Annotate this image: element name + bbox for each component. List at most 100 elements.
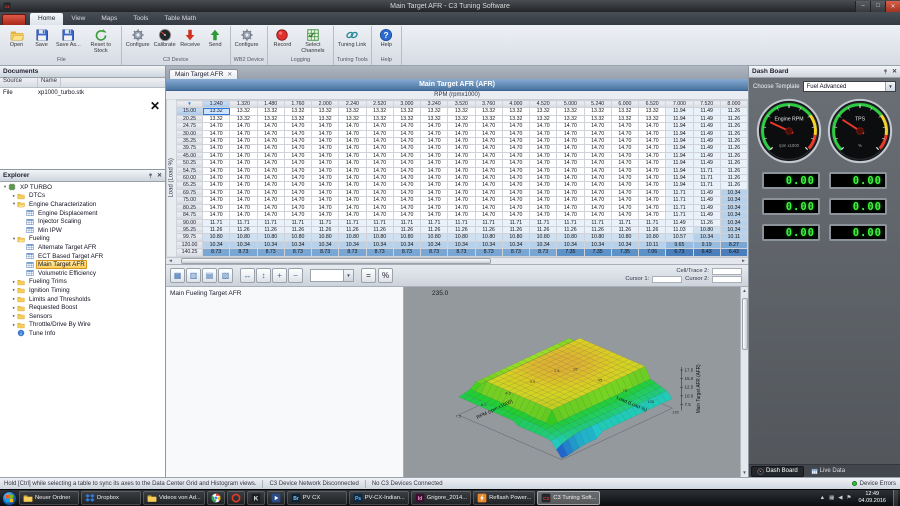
application-menu-button[interactable] [2, 14, 26, 25]
column-header[interactable]: 2.240 [339, 101, 366, 108]
table-cell[interactable]: 8.73 [530, 249, 557, 256]
table-cell[interactable]: 11.49 [693, 123, 720, 130]
table-cell[interactable]: 14.70 [475, 145, 502, 152]
taskbar-item-grigore-2014[interactable]: IdGrigore_2014... [411, 491, 471, 505]
table-cell[interactable]: 14.70 [203, 160, 230, 167]
table-cell[interactable]: 14.70 [312, 152, 339, 159]
table-cell[interactable]: 14.70 [611, 212, 638, 219]
table-cell[interactable]: 13.32 [584, 108, 611, 115]
table-cell[interactable]: 11.26 [284, 226, 311, 233]
table-cell[interactable]: 14.70 [584, 130, 611, 137]
table-cell[interactable]: 8.73 [230, 249, 257, 256]
table-cell[interactable]: 7.06 [639, 249, 666, 256]
row-header[interactable]: 69.75 [177, 189, 203, 196]
network-icon[interactable]: ⚑ [847, 495, 852, 501]
table-cell[interactable]: 11.26 [421, 226, 448, 233]
table-cell[interactable]: 14.70 [339, 138, 366, 145]
tree-item-ect-based-target-afr[interactable]: ECT Based Target AFR [0, 252, 165, 261]
table-cell[interactable]: 14.70 [339, 167, 366, 174]
table-cell[interactable]: 11.26 [530, 226, 557, 233]
table-cell[interactable]: 11.94 [666, 160, 693, 167]
table-cell[interactable]: 10.80 [611, 234, 638, 241]
table-cell[interactable]: 10.34 [720, 226, 747, 233]
ribbon-tab-maps[interactable]: Maps [93, 13, 125, 25]
table-cell[interactable]: 10.80 [584, 234, 611, 241]
table-cell[interactable]: 14.70 [312, 145, 339, 152]
maximize-button[interactable]: □ [870, 1, 885, 12]
percent-button[interactable]: % [378, 268, 393, 283]
table-cell[interactable]: 14.70 [584, 160, 611, 167]
table-cell[interactable]: 14.70 [557, 189, 584, 196]
table-cell[interactable]: 14.70 [230, 145, 257, 152]
table-cell[interactable]: 14.70 [312, 212, 339, 219]
table-cell[interactable]: 14.70 [230, 175, 257, 182]
table-cell[interactable]: 14.70 [475, 167, 502, 174]
close-panel-icon[interactable]: ✕ [892, 68, 897, 75]
table-cell[interactable]: 14.70 [639, 160, 666, 167]
table-cell[interactable]: 14.70 [557, 145, 584, 152]
table-cell[interactable]: 14.70 [339, 212, 366, 219]
table-cell[interactable]: 14.70 [421, 182, 448, 189]
table-cell[interactable]: 14.70 [639, 167, 666, 174]
table-cell[interactable]: 8.73 [448, 249, 475, 256]
taskbar-item-c3-tuning-soft[interactable]: C3C3 Tuning Soft... [537, 491, 600, 505]
table-cell[interactable]: 11.26 [203, 226, 230, 233]
tree-item-throttle-drive-by-wire[interactable]: ▸ Throttle/Drive By Wire [0, 321, 165, 330]
row-header[interactable]: 60.00 [177, 175, 203, 182]
table-cell[interactable]: 14.70 [475, 123, 502, 130]
table-cell[interactable]: 10.34 [584, 241, 611, 248]
table-cell[interactable]: 14.70 [284, 167, 311, 174]
tray-status-icon[interactable]: ▦ [829, 495, 834, 501]
table-cell[interactable]: 14.70 [611, 189, 638, 196]
table-cell[interactable]: 14.70 [611, 167, 638, 174]
ribbon-button-select-channels[interactable]: Select Channels [296, 27, 330, 56]
table-cell[interactable]: 14.70 [257, 138, 284, 145]
table-cell[interactable]: 14.70 [639, 130, 666, 137]
scroll-left-icon[interactable]: ◄ [166, 258, 175, 263]
table-cell[interactable]: 14.70 [257, 189, 284, 196]
column-header[interactable]: 3.520 [448, 101, 475, 108]
table-cell[interactable]: 10.80 [502, 234, 529, 241]
column-header[interactable]: 5.240 [584, 101, 611, 108]
table-cell[interactable]: 14.70 [203, 182, 230, 189]
table-cell[interactable]: 14.70 [502, 175, 529, 182]
table-cell[interactable]: 14.70 [557, 197, 584, 204]
table-cell[interactable]: 14.70 [639, 152, 666, 159]
table-cell[interactable]: 8.73 [203, 249, 230, 256]
table-cell[interactable]: 14.70 [584, 189, 611, 196]
table-cell[interactable]: 11.94 [666, 145, 693, 152]
table-cell[interactable]: 14.70 [257, 160, 284, 167]
select-table-button[interactable]: ▦ [170, 268, 185, 283]
table-cell[interactable]: 14.70 [393, 189, 420, 196]
table-cell[interactable]: 10.80 [693, 226, 720, 233]
row-header[interactable]: 35.25 [177, 138, 203, 145]
table-cell[interactable]: 14.70 [502, 212, 529, 219]
table-cell[interactable]: 14.70 [257, 212, 284, 219]
table-cell[interactable]: 11.49 [693, 130, 720, 137]
table-cell[interactable]: 14.70 [530, 175, 557, 182]
table-cell[interactable]: 14.70 [257, 197, 284, 204]
table-cell[interactable]: 14.70 [611, 145, 638, 152]
table-cell[interactable]: 14.70 [639, 204, 666, 211]
column-header[interactable]: 3.760 [475, 101, 502, 108]
table-cell[interactable]: 13.32 [611, 115, 638, 122]
table-cell[interactable]: 14.70 [502, 160, 529, 167]
column-header[interactable]: 2.000 [312, 101, 339, 108]
row-header[interactable]: 54.75 [177, 167, 203, 174]
table-cell[interactable]: 10.80 [530, 234, 557, 241]
column-header[interactable]: 4.000 [502, 101, 529, 108]
table-cell[interactable]: 11.71 [639, 219, 666, 226]
table-cell[interactable]: 13.32 [393, 108, 420, 115]
table-cell[interactable]: 8.73 [393, 249, 420, 256]
table-cell[interactable]: 14.70 [393, 175, 420, 182]
table-cell[interactable]: 14.70 [366, 212, 393, 219]
table-cell[interactable]: 13.32 [584, 115, 611, 122]
table-cell[interactable]: 14.70 [393, 130, 420, 137]
select-row-button[interactable]: ▤ [202, 268, 217, 283]
table-cell[interactable]: 14.70 [366, 130, 393, 137]
table-cell[interactable]: 6.73 [666, 249, 693, 256]
table-cell[interactable]: 11.49 [693, 145, 720, 152]
table-cell[interactable]: 13.32 [421, 108, 448, 115]
table-cell[interactable]: 11.71 [339, 219, 366, 226]
table-cell[interactable]: 10.34 [257, 241, 284, 248]
